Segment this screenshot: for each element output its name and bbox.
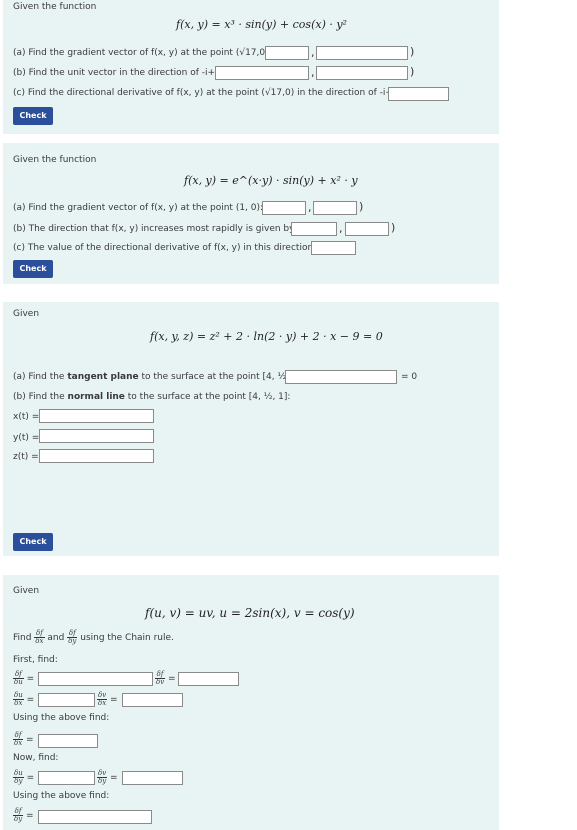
p4-intro: Given: [13, 586, 40, 596]
p1-question-b: (b) Find the unit vector in the directio…: [13, 68, 233, 78]
p2-check-button[interactable]: Check: [13, 260, 53, 278]
p3-x-label: x(t) =: [13, 412, 40, 422]
p1-intro: Given the function: [13, 2, 97, 12]
dv-dx-label: δv δx =: [97, 691, 118, 707]
p1-formula-rhs: x³ · sin(y) + cos(x) · y²: [224, 18, 347, 31]
dv-dy-label: δv δy =: [97, 769, 118, 785]
p1-question-c: (c) Find the directional derivative of f…: [13, 88, 405, 98]
p1-close-paren-b: ): [410, 65, 415, 78]
p1-gradient-y-input[interactable]: [316, 46, 408, 60]
p1-formula-lhs: f(x, y) =: [176, 18, 221, 31]
p2-question-a: (a) Find the gradient vector of f(x, y) …: [13, 203, 270, 213]
dv-dx-input[interactable]: [122, 693, 183, 707]
p2-intro: Given the function: [13, 155, 97, 165]
p3-y-label: y(t) =: [13, 433, 40, 443]
p3-z-label: z(t) =: [13, 452, 39, 462]
p2-gradient-x-input[interactable]: [262, 201, 306, 215]
p3-formula: f(x, y, z) = z² + 2 · ln(2 · y) + 2 · x …: [150, 330, 383, 343]
p1-question-a: (a) Find the gradient vector of f(x, y) …: [13, 48, 279, 58]
df-dv-input[interactable]: [178, 672, 239, 686]
p4-find-post: using the Chain rule.: [80, 633, 174, 643]
p3-question-a: (a) Find the tangent plane to the surfac…: [13, 372, 304, 382]
p3-eq-zero: = 0: [401, 372, 418, 382]
df-dy-input[interactable]: [38, 810, 152, 824]
p3-qb-post: to the surface at the point [4, ½, 1]:: [124, 392, 291, 402]
p3-qa-post: to the surface at the point [4, ½, 1]:: [138, 372, 305, 382]
p3-question-b: (b) Find the normal line to the surface …: [13, 392, 290, 402]
p3-qa-bold: tangent plane: [67, 372, 139, 382]
p3-z-of-t-input[interactable]: [39, 449, 154, 463]
p2-close-paren-b: ): [391, 221, 396, 234]
p3-x-of-t-input[interactable]: [39, 409, 154, 423]
p1-comma-b: ,: [311, 66, 315, 79]
p3-y-of-t-input[interactable]: [39, 429, 154, 443]
df-dx-input[interactable]: [38, 734, 98, 748]
p1-directional-derivative-input[interactable]: [388, 87, 449, 101]
p1-close-paren-a: ): [410, 45, 415, 58]
p1-unit-vector-y-input[interactable]: [316, 66, 408, 80]
dv-dy-input[interactable]: [122, 771, 183, 785]
du-dy-input[interactable]: [38, 771, 95, 785]
p4-using-above-2: Using the above find:: [13, 791, 110, 801]
p3-qb-pre: (b) Find the: [13, 392, 68, 402]
du-dy-label: δu δy =: [13, 769, 35, 785]
p1-unit-vector-x-input[interactable]: [215, 66, 309, 80]
p3-tangent-plane-input[interactable]: [285, 370, 397, 384]
p1-check-button[interactable]: Check: [13, 107, 53, 125]
p4-formula: f(u, v) = uv, u = 2sin(x), v = cos(y): [145, 606, 355, 620]
df-du-label: δf δu =: [13, 670, 35, 686]
p4-find-pre: Find: [13, 633, 32, 643]
p2-comma-a: ,: [308, 201, 312, 214]
p4-find-line: Find δf δx and δf δy using the Chain rule.: [13, 630, 174, 645]
p2-question-b: (b) The direction that f(x, y) increases…: [13, 224, 304, 234]
p3-check-button[interactable]: Check: [13, 533, 53, 551]
p1-formula: f(x, y) = x³ · sin(y) + cos(x) · y²: [176, 18, 347, 31]
p1-comma-a: ,: [311, 46, 315, 59]
p2-directional-value-input[interactable]: [311, 241, 356, 255]
p4-find-and: and: [47, 633, 65, 643]
df-dv-label: δf δv =: [155, 670, 176, 686]
p2-direction-y-input[interactable]: [345, 222, 389, 236]
p3-qb-bold: normal line: [67, 392, 125, 402]
p2-close-paren-a: ): [359, 200, 364, 213]
p2-comma-b: ,: [339, 222, 343, 235]
p1-gradient-x-input[interactable]: [265, 46, 309, 60]
df-dx-fraction: δf δx: [34, 629, 45, 645]
p2-question-c: (c) The value of the directional derivat…: [13, 243, 327, 253]
p4-first-find: First, find:: [13, 655, 58, 665]
p2-direction-x-input[interactable]: [291, 222, 337, 236]
du-dx-label: δu δx =: [13, 691, 35, 707]
df-dy-label: δf δy =: [13, 807, 34, 823]
p3-qa-pre: (a) Find the: [13, 372, 68, 382]
p3-intro: Given: [13, 309, 40, 319]
p2-formula: f(x, y) = e^(x·y) · sin(y) + x² · y: [184, 174, 358, 187]
df-dx-label: δf δx =: [13, 731, 34, 747]
p2-gradient-y-input[interactable]: [313, 201, 357, 215]
du-dx-input[interactable]: [38, 693, 95, 707]
p4-now-find: Now, find:: [13, 753, 59, 763]
df-dy-fraction: δf δy: [67, 629, 78, 645]
df-du-input[interactable]: [38, 672, 153, 686]
p4-using-above-1: Using the above find:: [13, 713, 110, 723]
